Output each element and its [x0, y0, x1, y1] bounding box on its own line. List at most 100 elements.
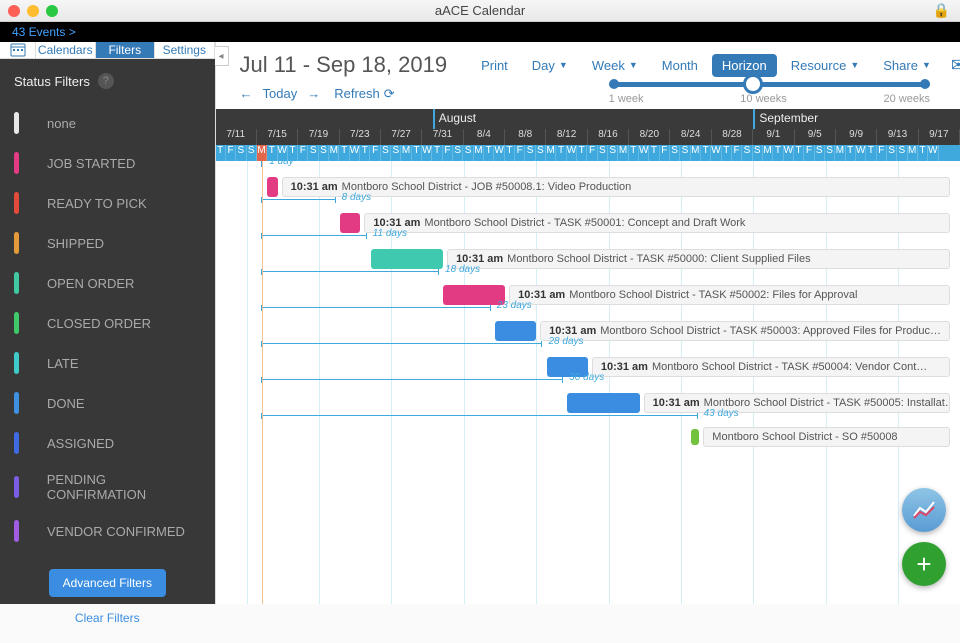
weekday-cell: M [401, 145, 411, 161]
horizon-slider[interactable]: 1 week 10 weeks 20 weeks [409, 82, 940, 105]
gantt-area[interactable]: 1 day10:31 amMontboro School District - … [216, 161, 960, 604]
status-filter-label: none [47, 116, 76, 131]
event-label[interactable]: 10:31 amMontboro School District - TASK … [540, 321, 950, 341]
status-color-pill [14, 232, 19, 254]
status-filter-item[interactable]: ASSIGNED [0, 423, 215, 463]
minimize-window-icon[interactable] [27, 5, 39, 17]
event-label[interactable]: 10:31 amMontboro School District - TASK … [447, 249, 950, 269]
status-filter-item[interactable]: PENDING CONFIRMATION [0, 463, 215, 511]
status-filter-item[interactable]: JOB STARTED [0, 143, 215, 183]
tab-calendars[interactable]: Calendars [36, 42, 96, 58]
weekday-cell: T [339, 145, 349, 161]
status-filter-label: SHIPPED [47, 236, 104, 251]
status-filter-label: PENDING CONFIRMATION [47, 472, 201, 502]
view-horizon[interactable]: Horizon [712, 54, 777, 77]
weekday-cell: M [835, 145, 845, 161]
status-filter-item[interactable]: CLOSED ORDER [0, 303, 215, 343]
event-dot[interactable] [691, 429, 699, 445]
view-resource[interactable]: Resource▼ [781, 54, 870, 77]
date-tick: 7/31 [422, 129, 463, 145]
view-month[interactable]: Month [652, 54, 708, 77]
mail-icon[interactable]: ✉ [951, 55, 960, 76]
clear-filters-link[interactable]: Clear Filters [0, 611, 215, 625]
status-filter-item[interactable]: SHIPPED [0, 223, 215, 263]
tab-settings[interactable]: Settings [155, 42, 215, 58]
event-label[interactable]: 10:31 amMontboro School District - JOB #… [282, 177, 950, 197]
event-text: Montboro School District - TASK #50001: … [424, 217, 745, 229]
event-time: 10:31 am [653, 397, 700, 409]
weekday-cell: S [463, 145, 473, 161]
refresh-button[interactable]: Refresh ⟳ [334, 86, 394, 102]
event-bar[interactable] [340, 213, 361, 233]
event-label[interactable]: 10:31 amMontboro School District - TASK … [592, 357, 950, 377]
weekday-cell: F [587, 145, 597, 161]
event-bar[interactable] [371, 249, 443, 269]
status-filter-item[interactable]: VENDOR CONFIRMED [0, 511, 215, 551]
zoom-window-icon[interactable] [46, 5, 58, 17]
weekday-cell: T [505, 145, 515, 161]
weekday-cell: M [546, 145, 556, 161]
weekday-cell: W [784, 145, 794, 161]
month-label: September [759, 111, 818, 125]
weekday-cell: T [216, 145, 226, 161]
weekday-cell: S [887, 145, 897, 161]
events-count-bar: 43 Events > [0, 22, 960, 42]
weekday-cell: F [298, 145, 308, 161]
tab-filters[interactable]: Filters [96, 42, 156, 58]
status-filters-label: Status Filters [14, 74, 90, 89]
weekday-cell: W [422, 145, 432, 161]
prev-arrow-icon[interactable]: ← [240, 86, 253, 101]
status-color-pill [14, 192, 19, 214]
weekday-cell: F [804, 145, 814, 161]
weekday-cell: S [598, 145, 608, 161]
weekday-cell: T [577, 145, 587, 161]
weekday-cell: W [711, 145, 721, 161]
status-filter-label: OPEN ORDER [47, 276, 134, 291]
event-bar[interactable] [495, 321, 536, 341]
view-day[interactable]: Day▼ [522, 54, 578, 77]
status-filter-item[interactable]: LATE [0, 343, 215, 383]
status-filter-item[interactable]: none [0, 103, 215, 143]
weekday-cell: T [722, 145, 732, 161]
weekday-cell: S [391, 145, 401, 161]
status-color-pill [14, 520, 19, 542]
share-button[interactable]: Share▼ [873, 54, 941, 77]
collapse-sidebar-icon[interactable]: ◂ [215, 46, 229, 66]
chart-fab[interactable] [902, 488, 946, 532]
status-filters-heading: Status Filters ? [0, 73, 215, 103]
slider-thumb[interactable] [743, 74, 763, 94]
event-label[interactable]: Montboro School District - SO #50008 [703, 427, 950, 447]
sidebar: Calendars Filters Settings Status Filter… [0, 42, 215, 604]
event-label[interactable]: 10:31 amMontboro School District - TASK … [509, 285, 950, 305]
date-tick: 9/5 [795, 129, 836, 145]
help-icon[interactable]: ? [98, 73, 114, 89]
print-button[interactable]: Print [471, 54, 518, 77]
weekday-cell: F [660, 145, 670, 161]
event-label[interactable]: 10:31 amMontboro School District - TASK … [644, 393, 950, 413]
duration-label: 28 days [548, 336, 583, 347]
event-text: Montboro School District - TASK #50004: … [652, 361, 927, 373]
view-week[interactable]: Week▼ [582, 54, 648, 77]
add-fab[interactable]: + [902, 542, 946, 586]
event-bar[interactable] [567, 393, 639, 413]
advanced-filters-button[interactable]: Advanced Filters [49, 569, 166, 597]
status-filter-item[interactable]: OPEN ORDER [0, 263, 215, 303]
event-label[interactable]: 10:31 amMontboro School District - TASK … [364, 213, 950, 233]
next-arrow-icon[interactable]: → [307, 86, 320, 101]
calendar-icon[interactable] [0, 42, 36, 58]
event-bar[interactable] [267, 177, 277, 197]
weekday-cell: T [432, 145, 442, 161]
duration-label: 11 days [373, 228, 407, 239]
status-filter-item[interactable]: DONE [0, 383, 215, 423]
refresh-icon: ⟳ [384, 86, 395, 102]
caret-down-icon: ▼ [850, 60, 859, 70]
date-tick: 8/12 [546, 129, 587, 145]
weekday-cell: W [350, 145, 360, 161]
close-window-icon[interactable] [8, 5, 20, 17]
weekday-cell: T [773, 145, 783, 161]
window-title: aACE Calendar [435, 3, 525, 18]
status-filter-item[interactable]: READY TO PICK [0, 183, 215, 223]
date-tick: 9/17 [919, 129, 960, 145]
today-button[interactable]: Today [263, 86, 298, 101]
events-count-link[interactable]: 43 Events > [12, 25, 76, 39]
